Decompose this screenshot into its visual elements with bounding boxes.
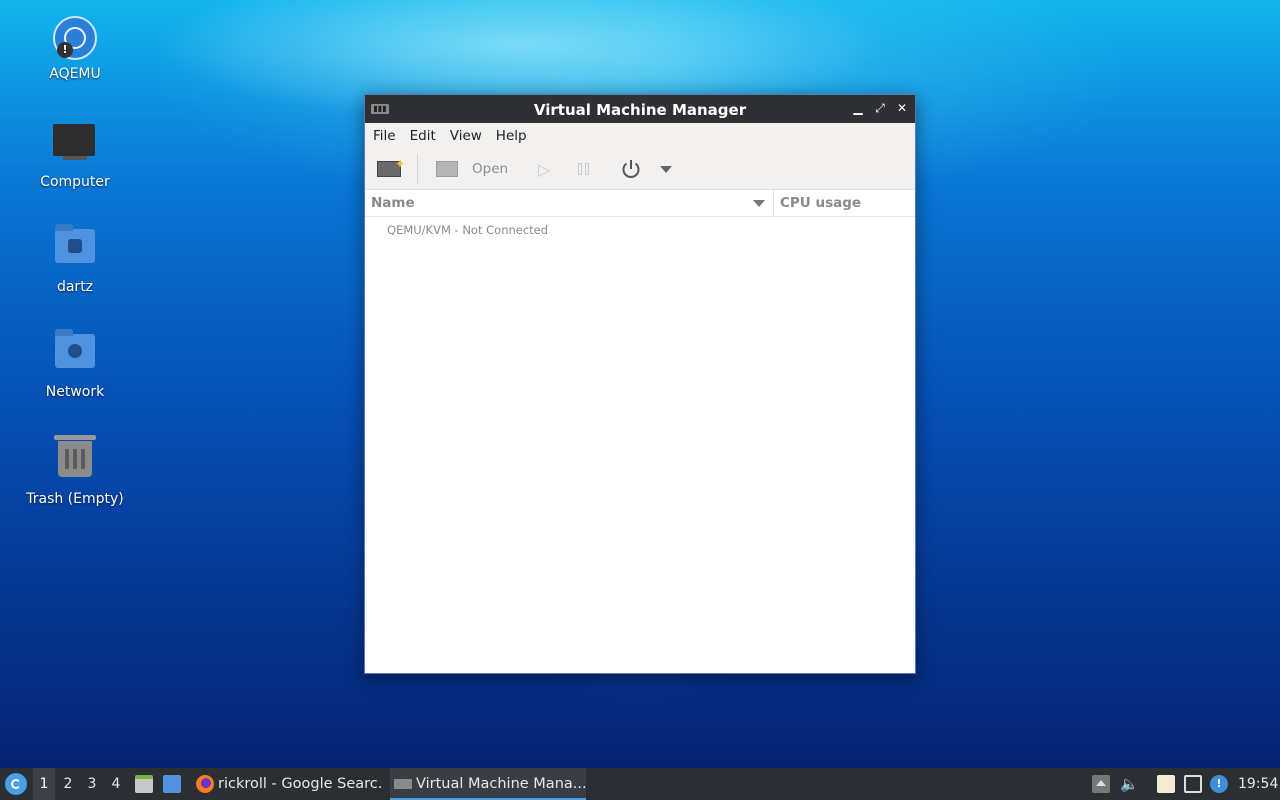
desktop-icon-label: Computer	[40, 174, 110, 190]
start-menu-icon[interactable]	[5, 773, 27, 795]
task-vmm[interactable]: Virtual Machine Mana...	[390, 768, 586, 800]
new-vm-button[interactable]: ✦	[377, 157, 405, 180]
task-firefox[interactable]: rickroll - Google Searc...	[194, 768, 384, 800]
desktop-icon-computer[interactable]: Computer	[20, 118, 130, 190]
pause-button[interactable]	[578, 162, 592, 176]
desktop-icon-aqemu[interactable]: ! AQEMU	[20, 16, 130, 82]
shutdown-menu-button[interactable]	[660, 165, 673, 173]
minimize-button[interactable]: ▁	[851, 100, 865, 116]
menu-bar: File Edit View Help	[365, 123, 915, 149]
desktop-icon-label: AQEMU	[49, 66, 101, 82]
workspace-3[interactable]: 3	[81, 768, 103, 800]
menu-help[interactable]: Help	[490, 125, 533, 147]
column-name[interactable]: Name	[365, 190, 774, 216]
monitor-icon	[436, 161, 458, 177]
task-label: rickroll - Google Searc...	[218, 776, 384, 792]
toolbar: ✦ Open ▷	[365, 149, 915, 190]
vm-list-header: Name CPU usage	[365, 190, 915, 217]
power-icon	[622, 160, 640, 178]
desktop-icon-label: dartz	[56, 279, 94, 295]
desktop-icon-home[interactable]: dartz	[20, 223, 130, 295]
show-desktop-icon[interactable]	[163, 775, 181, 793]
menu-file[interactable]: File	[367, 125, 402, 147]
update-notifier-icon[interactable]: !	[1210, 775, 1228, 793]
maximize-button[interactable]: ⤢	[873, 100, 887, 116]
shutdown-button[interactable]	[620, 158, 642, 180]
volume-icon[interactable]: 🔈	[1120, 775, 1139, 793]
clipboard-icon[interactable]	[1157, 775, 1175, 793]
open-label: Open	[472, 161, 509, 177]
taskbar: 1 2 3 4 rickroll - Google Searc... Virtu…	[0, 768, 1280, 800]
open-button[interactable]: Open	[428, 161, 508, 177]
connection-row[interactable]: QEMU/KVM - Not Connected	[365, 217, 915, 243]
pause-icon	[578, 163, 583, 175]
desktop-icon-network[interactable]: Network	[20, 328, 130, 400]
desktop-icon-trash[interactable]: Trash (Empty)	[20, 433, 130, 507]
file-manager-launcher-icon[interactable]	[135, 775, 153, 793]
column-cpu-usage[interactable]: CPU usage	[774, 190, 861, 216]
computer-icon	[53, 124, 97, 168]
desktop-icon-label: Network	[45, 384, 105, 400]
vmm-window: ▮▮▮ Virtual Machine Manager ▁ ⤢ ✕ File E…	[364, 94, 916, 674]
clock[interactable]: 19:54	[1238, 768, 1278, 800]
menu-edit[interactable]: Edit	[404, 125, 442, 147]
network-icon[interactable]	[1184, 775, 1202, 793]
menu-view[interactable]: View	[444, 125, 488, 147]
window-titlebar[interactable]: ▮▮▮ Virtual Machine Manager ▁ ⤢ ✕	[365, 95, 915, 123]
sort-arrow-icon	[753, 200, 765, 207]
network-folder-icon	[53, 329, 97, 378]
trash-icon	[53, 435, 97, 485]
workspace-2[interactable]: 2	[57, 768, 79, 800]
aqemu-icon: !	[53, 16, 97, 60]
desktop-icon-label: Trash (Empty)	[26, 491, 124, 507]
workspace-1[interactable]: 1	[33, 768, 55, 800]
firefox-icon	[196, 775, 214, 793]
play-icon: ▷	[538, 159, 551, 179]
workspace-4[interactable]: 4	[105, 768, 127, 800]
window-title: Virtual Machine Manager	[533, 101, 747, 119]
close-button[interactable]: ✕	[895, 100, 909, 116]
toolbar-separator	[417, 154, 418, 184]
run-button[interactable]: ▷	[538, 160, 550, 179]
task-label: Virtual Machine Mana...	[416, 776, 586, 792]
home-folder-icon	[53, 224, 97, 273]
virt-manager-icon	[394, 779, 412, 789]
tray-expand-icon[interactable]	[1092, 775, 1110, 793]
